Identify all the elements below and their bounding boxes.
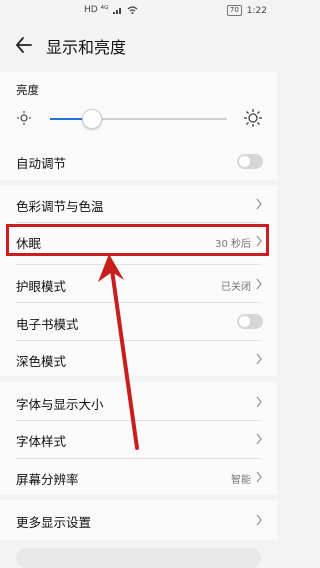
divider: [16, 340, 261, 341]
auto-adjust-toggle[interactable]: [237, 154, 263, 169]
more-display-label: 更多显示设置: [16, 515, 92, 530]
back-arrow-icon[interactable]: [14, 35, 34, 55]
ebook-row[interactable]: 电子书模式: [0, 304, 277, 340]
brightness-slider-thumb[interactable]: [81, 109, 102, 129]
more-display-row[interactable]: 更多显示设置: [0, 502, 277, 538]
wifi-icon: [127, 6, 137, 14]
ebook-label: 电子书模式: [16, 317, 79, 332]
eye-care-label: 护眼模式: [16, 279, 67, 294]
app-header: 显示和亮度: [0, 22, 277, 68]
resolution-value: 智能: [231, 475, 251, 486]
chevron-right-icon: [256, 471, 262, 483]
divider: [16, 222, 261, 223]
eye-care-value: 已关闭: [221, 282, 251, 293]
brightness-label: 亮度: [16, 83, 39, 97]
display-mode-card: 色彩调节与色温 休眠 30 秒后 护眼模式 已关闭 电子书模式 深色模式: [0, 186, 277, 376]
brightness-high-icon: [244, 109, 262, 127]
signal-icon: [112, 8, 121, 14]
status-bar: HD ⁴ᴳ 70 1:22: [0, 0, 277, 22]
resolution-row[interactable]: 屏幕分辨率 智能: [0, 460, 277, 494]
divider: [16, 264, 261, 265]
chevron-right-icon: [256, 514, 262, 526]
battery-icon: 70: [226, 5, 242, 16]
dark-mode-row[interactable]: 深色模式: [0, 342, 277, 376]
chevron-right-icon: [256, 396, 262, 408]
network-icon: HD ⁴ᴳ: [84, 5, 109, 15]
eye-care-row[interactable]: 护眼模式 已关闭: [0, 266, 277, 302]
clock: 1:22: [246, 5, 267, 16]
brightness-slider[interactable]: [50, 109, 227, 129]
brightness-low-icon: [17, 111, 31, 125]
font-size-row[interactable]: 字体与显示大小: [0, 384, 277, 420]
dark-mode-label: 深色模式: [16, 354, 67, 369]
font-style-label: 字体样式: [16, 434, 67, 449]
status-right: 70 1:22: [226, 5, 267, 16]
auto-adjust-row[interactable]: 自动调节: [0, 144, 277, 178]
divider: [16, 302, 261, 303]
font-size-label: 字体与显示大小: [16, 397, 104, 412]
status-left-icons: HD ⁴ᴳ: [84, 5, 138, 15]
chevron-right-icon: [256, 433, 262, 445]
chevron-right-icon: [256, 353, 262, 365]
color-temperature-row[interactable]: 色彩调节与色温: [0, 186, 277, 222]
divider: [16, 420, 261, 421]
page-title: 显示和亮度: [46, 38, 127, 57]
bottom-partial-card: [16, 548, 261, 568]
chevron-right-icon: [256, 278, 262, 290]
font-card: 字体与显示大小 字体样式 屏幕分辨率 智能: [0, 382, 277, 494]
color-temperature-label: 色彩调节与色温: [16, 199, 104, 214]
ebook-toggle[interactable]: [237, 314, 263, 329]
brightness-card: 亮度 自动调节: [0, 72, 277, 180]
font-style-row[interactable]: 字体样式: [0, 422, 277, 456]
auto-adjust-label: 自动调节: [16, 156, 67, 171]
more-card: 更多显示设置: [0, 500, 277, 540]
divider: [16, 458, 261, 459]
chevron-right-icon: [256, 198, 262, 210]
highlight-box: [6, 224, 269, 256]
resolution-label: 屏幕分辨率: [16, 472, 79, 487]
